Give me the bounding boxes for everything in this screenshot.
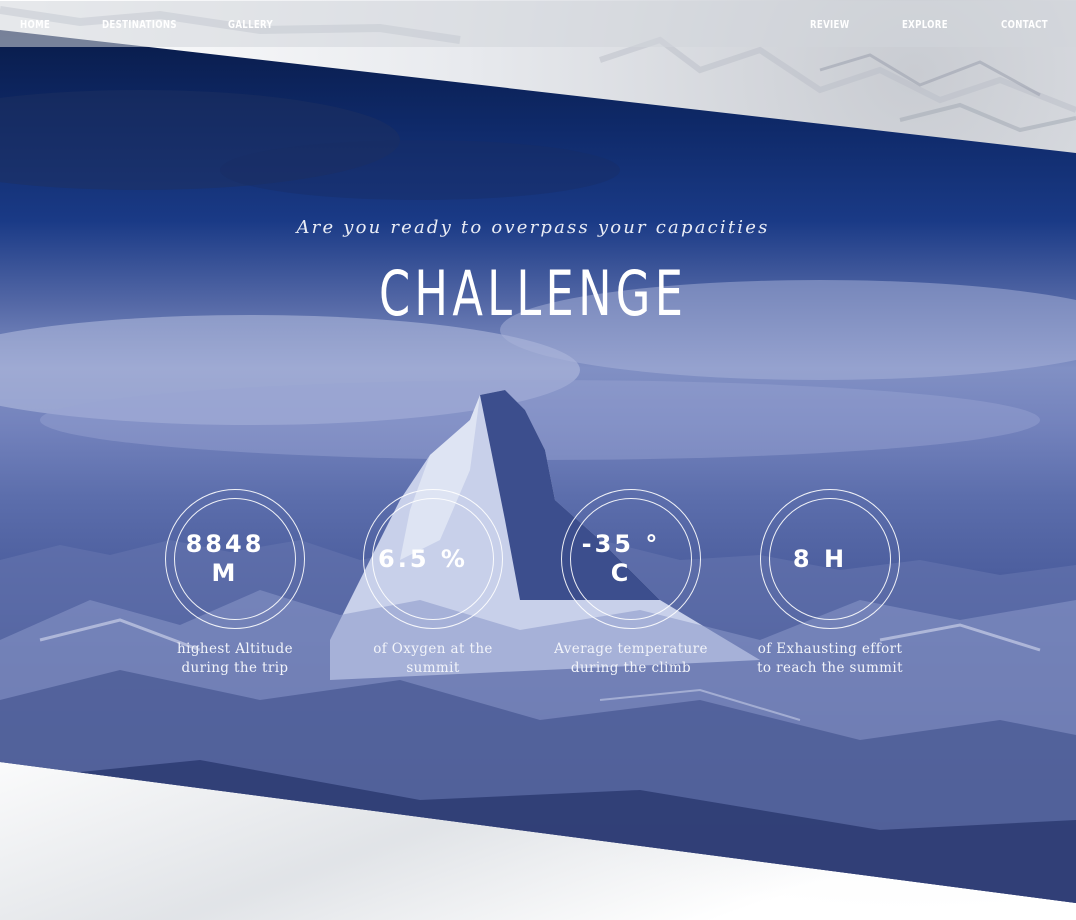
nav-home-link[interactable]: HOME [20, 18, 50, 31]
nav-gallery-link[interactable]: GALLERY [228, 18, 273, 31]
stat-value: -35 ° C [581, 530, 661, 587]
top-navigation: HOME DESTINATIONS GALLERY REVIEW EXPLORE… [0, 1, 1076, 47]
stat-value: 8848 M [185, 530, 265, 587]
nav-destinations-link[interactable]: DESTINATIONS [102, 18, 177, 31]
stat-value: 8 H [792, 544, 848, 573]
nav-review-link[interactable]: REVIEW [810, 18, 849, 31]
mountain-illustration [0, 90, 1076, 903]
nav-contact-link[interactable]: CONTACT [1001, 18, 1048, 31]
hero-subtitle: Are you ready to overpass your capacitie… [296, 217, 770, 238]
hero-title: CHALLENGE [0, 258, 1066, 330]
hero-band [0, 30, 1076, 903]
stat-value: 6.5 % [378, 544, 468, 573]
stat-label: of Oxygen at the summit [373, 641, 493, 676]
nav-explore-link[interactable]: EXPLORE [902, 18, 948, 31]
stat-label: of Exhausting effort to reach the summit [757, 641, 903, 676]
page: HOME DESTINATIONS GALLERY REVIEW EXPLORE… [0, 0, 1076, 920]
stat-label: highest Altitude during the trip [177, 641, 293, 676]
hero-title-text: CHALLENGE [378, 257, 688, 330]
stat-label: Average temperature during the climb [554, 641, 708, 676]
